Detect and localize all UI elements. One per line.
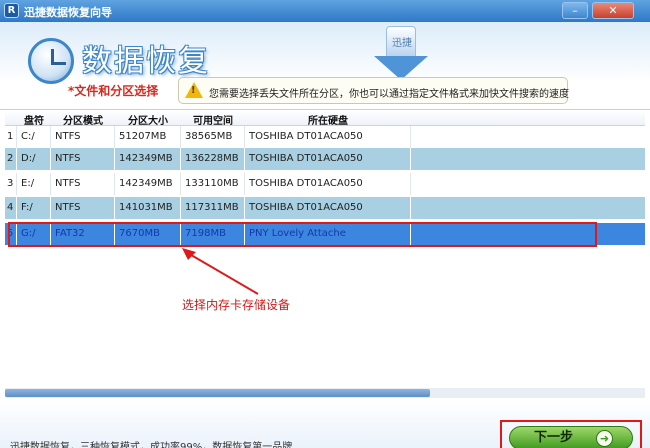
brand-title: 数据恢复 — [82, 44, 210, 79]
next-button[interactable]: 下一步 ➜ — [509, 426, 633, 448]
wizard-header: 数据恢复 *文件和分区选择 迅捷 ! 您需要选择丢失文件所在分区，你也可以通过指… — [0, 22, 650, 110]
hint-box: ! 您需要选择丢失文件所在分区，你也可以通过指定文件格式来加快文件搜索的速度 — [178, 77, 569, 104]
table-row[interactable]: 4 F:/ NTFS 141031MB 117311MB TOSHIBA DT0… — [5, 197, 645, 219]
next-button-label: 下一步 — [534, 430, 574, 445]
callout-arrow-icon — [182, 248, 259, 295]
callout-text: 选择内存卡存储设备 — [182, 298, 291, 312]
column-header-drive[interactable]: 盘符 — [17, 112, 51, 127]
footer: 迅捷数据恢复，三种恢复模式，成功率99%，数据恢复第一品牌 下一步 ➜ — [0, 400, 650, 448]
table-row[interactable]: 3 E:/ NTFS 142349MB 133110MB TOSHIBA DT0… — [5, 173, 645, 195]
window-title: 迅捷数据恢复向导 — [24, 6, 112, 19]
column-header-size[interactable]: 分区大小 — [115, 112, 181, 127]
table-row[interactable]: 1 C:/ NTFS 51207MB 38565MB TOSHIBA DT01A… — [5, 126, 645, 148]
horizontal-scrollbar[interactable] — [5, 388, 645, 398]
title-bar: R 迅捷数据恢复向导 – ✕ — [0, 0, 650, 22]
minimize-button[interactable]: – — [562, 2, 588, 19]
table-header: 盘符 分区模式 分区大小 可用空间 所在硬盘 — [5, 110, 645, 127]
close-button[interactable]: ✕ — [592, 2, 634, 19]
app-logo-icon: R — [4, 3, 19, 18]
selection-highlight-box — [8, 222, 597, 247]
arrow-right-icon: ➜ — [596, 430, 613, 447]
hint-text: 您需要选择丢失文件所在分区，你也可以通过指定文件格式来加快文件搜索的速度 — [209, 89, 569, 100]
partition-table: 盘符 分区模式 分区大小 可用空间 所在硬盘 1 C:/ NTFS 51207M… — [5, 110, 645, 398]
footer-slogan: 迅捷数据恢复，三种恢复模式，成功率99%，数据恢复第一品牌 — [10, 442, 293, 448]
column-header-fs[interactable]: 分区模式 — [51, 112, 115, 127]
scrollbar-thumb[interactable] — [5, 389, 430, 397]
table-row[interactable]: 2 D:/ NTFS 142349MB 136228MB TOSHIBA DT0… — [5, 148, 645, 170]
clock-icon — [28, 38, 74, 84]
column-header-disk[interactable]: 所在硬盘 — [245, 112, 411, 127]
column-header-free[interactable]: 可用空间 — [181, 112, 245, 127]
step-label: *文件和分区选择 — [68, 84, 159, 98]
arrow-text: 迅捷 — [392, 38, 412, 49]
download-arrow-icon: 迅捷 — [372, 26, 430, 84]
